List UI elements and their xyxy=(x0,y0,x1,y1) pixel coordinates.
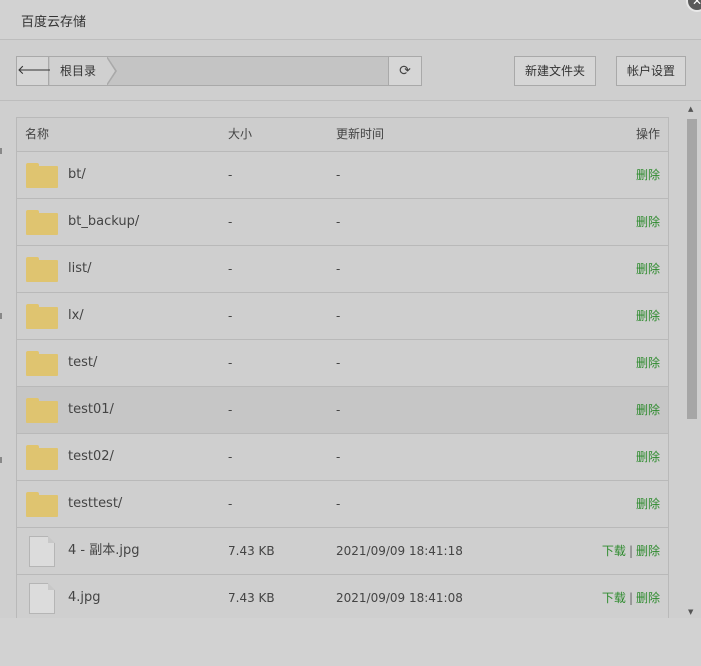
file-time: - xyxy=(336,450,341,464)
table-row[interactable]: test01/ - - 删除 xyxy=(17,387,668,434)
row-actions: 下载 | 删除 xyxy=(602,528,660,574)
row-actions: 删除 xyxy=(636,340,660,386)
file-time: - xyxy=(336,262,341,276)
file-time: - xyxy=(336,215,341,229)
folder-icon xyxy=(26,398,58,423)
scrollbar-thumb[interactable] xyxy=(687,119,697,419)
file-size: - xyxy=(228,497,233,511)
folder-icon xyxy=(26,304,58,329)
file-size: - xyxy=(228,215,233,229)
row-actions: 删除 xyxy=(636,481,660,527)
file-icon xyxy=(29,536,55,567)
row-actions: 删除 xyxy=(636,293,660,339)
table-row[interactable]: test02/ - - 删除 xyxy=(17,434,668,481)
footer-area xyxy=(0,618,701,666)
file-size: - xyxy=(228,356,233,370)
delete-link[interactable]: 删除 xyxy=(636,215,660,229)
header-time: 更新时间 xyxy=(336,127,385,141)
folder-icon xyxy=(26,445,58,470)
scroll-up-icon[interactable]: ▲ xyxy=(688,105,693,113)
breadcrumb-root[interactable]: 根目录 xyxy=(50,57,109,85)
delete-link[interactable]: 删除 xyxy=(636,544,660,558)
header-ops: 操作 xyxy=(635,127,660,141)
file-time: - xyxy=(336,403,341,417)
file-name[interactable]: 4 - 副本.jpg xyxy=(68,528,139,574)
action-separator: | xyxy=(628,591,633,605)
scroll-down-icon[interactable]: ▼ xyxy=(688,608,693,616)
file-size: - xyxy=(228,262,233,276)
table-row[interactable]: testtest/ - - 删除 xyxy=(17,481,668,528)
download-link[interactable]: 下载 xyxy=(602,544,626,558)
title-bar: 百度云存储 xyxy=(0,0,701,40)
file-size: 7.43 KB xyxy=(228,591,275,605)
delete-link[interactable]: 删除 xyxy=(636,450,660,464)
download-link[interactable]: 下载 xyxy=(602,591,626,605)
delete-link[interactable]: 删除 xyxy=(636,403,660,417)
table-header: 名称 大小 更新时间 操作 xyxy=(17,118,668,152)
row-actions: 删除 xyxy=(636,199,660,245)
scrollbar[interactable]: ▲ ▼ xyxy=(684,103,701,618)
folder-icon xyxy=(26,492,58,517)
file-time: - xyxy=(336,356,341,370)
file-name[interactable]: bt/ xyxy=(68,152,86,198)
delete-link[interactable]: 删除 xyxy=(636,591,660,605)
file-size: - xyxy=(228,309,233,323)
action-separator: | xyxy=(628,544,633,558)
file-name[interactable]: test02/ xyxy=(68,434,114,480)
file-time: - xyxy=(336,168,341,182)
row-actions: 删除 xyxy=(636,387,660,433)
header-size: 大小 xyxy=(228,127,253,141)
table-row[interactable]: lx/ - - 删除 xyxy=(17,293,668,340)
table-body: bt/- - 删除 bt_backup/- - 删除 list/- - 删除 lx/- - 删除 tes… xyxy=(17,152,668,618)
file-name[interactable]: testtest/ xyxy=(68,481,122,527)
table-row[interactable]: list/ - - 删除 xyxy=(17,246,668,293)
table-row[interactable]: bt_backup/ - - 删除 xyxy=(17,199,668,246)
delete-link[interactable]: 删除 xyxy=(636,262,660,276)
table-row[interactable]: test/ - - 删除 xyxy=(17,340,668,387)
file-time: 2021/09/09 18:41:18 xyxy=(336,544,463,558)
table-row[interactable]: bt/ - - 删除 xyxy=(17,152,668,199)
row-actions: 删除 xyxy=(636,246,660,292)
window-title: 百度云存储 xyxy=(21,15,87,30)
folder-icon xyxy=(26,163,58,188)
file-time: 2021/09/09 18:41:08 xyxy=(336,591,463,605)
file-name[interactable]: lx/ xyxy=(68,293,84,339)
row-actions: 删除 xyxy=(636,434,660,480)
path-bar: 🡐 根目录 ⟳ xyxy=(16,56,422,86)
row-actions: 删除 xyxy=(636,152,660,198)
file-size: - xyxy=(228,403,233,417)
file-size: - xyxy=(228,168,233,182)
delete-link[interactable]: 删除 xyxy=(636,356,660,370)
file-name[interactable]: list/ xyxy=(68,246,91,292)
table-row[interactable]: 4.jpg 7.43 KB 2021/09/09 18:41:08 下载 | 删除 xyxy=(17,575,668,618)
file-table: 名称 大小 更新时间 操作 bt/- - 删除 bt_backup/- - 删除 list/… xyxy=(16,117,669,618)
account-settings-button[interactable]: 帐户设置 xyxy=(616,56,686,86)
back-arrow-icon[interactable]: 🡐 xyxy=(17,57,52,85)
new-folder-button[interactable]: 新建文件夹 xyxy=(514,56,596,86)
toolbar: 🡐 根目录 ⟳ 新建文件夹 帐户设置 xyxy=(0,41,701,101)
row-actions: 下载 | 删除 xyxy=(602,575,660,618)
delete-link[interactable]: 删除 xyxy=(636,497,660,511)
refresh-icon[interactable]: ⟳ xyxy=(388,57,421,85)
delete-link[interactable]: 删除 xyxy=(636,309,660,323)
file-icon xyxy=(29,583,55,614)
file-time: - xyxy=(336,497,341,511)
file-name[interactable]: bt_backup/ xyxy=(68,199,139,245)
file-name[interactable]: 4.jpg xyxy=(68,575,101,618)
delete-link[interactable]: 删除 xyxy=(636,168,660,182)
file-time: - xyxy=(336,309,341,323)
folder-icon xyxy=(26,351,58,376)
file-size: 7.43 KB xyxy=(228,544,275,558)
table-row[interactable]: 4 - 副本.jpg 7.43 KB 2021/09/09 18:41:18 下载 | 删… xyxy=(17,528,668,575)
folder-icon xyxy=(26,257,58,282)
folder-icon xyxy=(26,210,58,235)
file-name[interactable]: test/ xyxy=(68,340,97,386)
file-size: - xyxy=(228,450,233,464)
file-name[interactable]: test01/ xyxy=(68,387,114,433)
header-name: 名称 xyxy=(25,127,50,141)
